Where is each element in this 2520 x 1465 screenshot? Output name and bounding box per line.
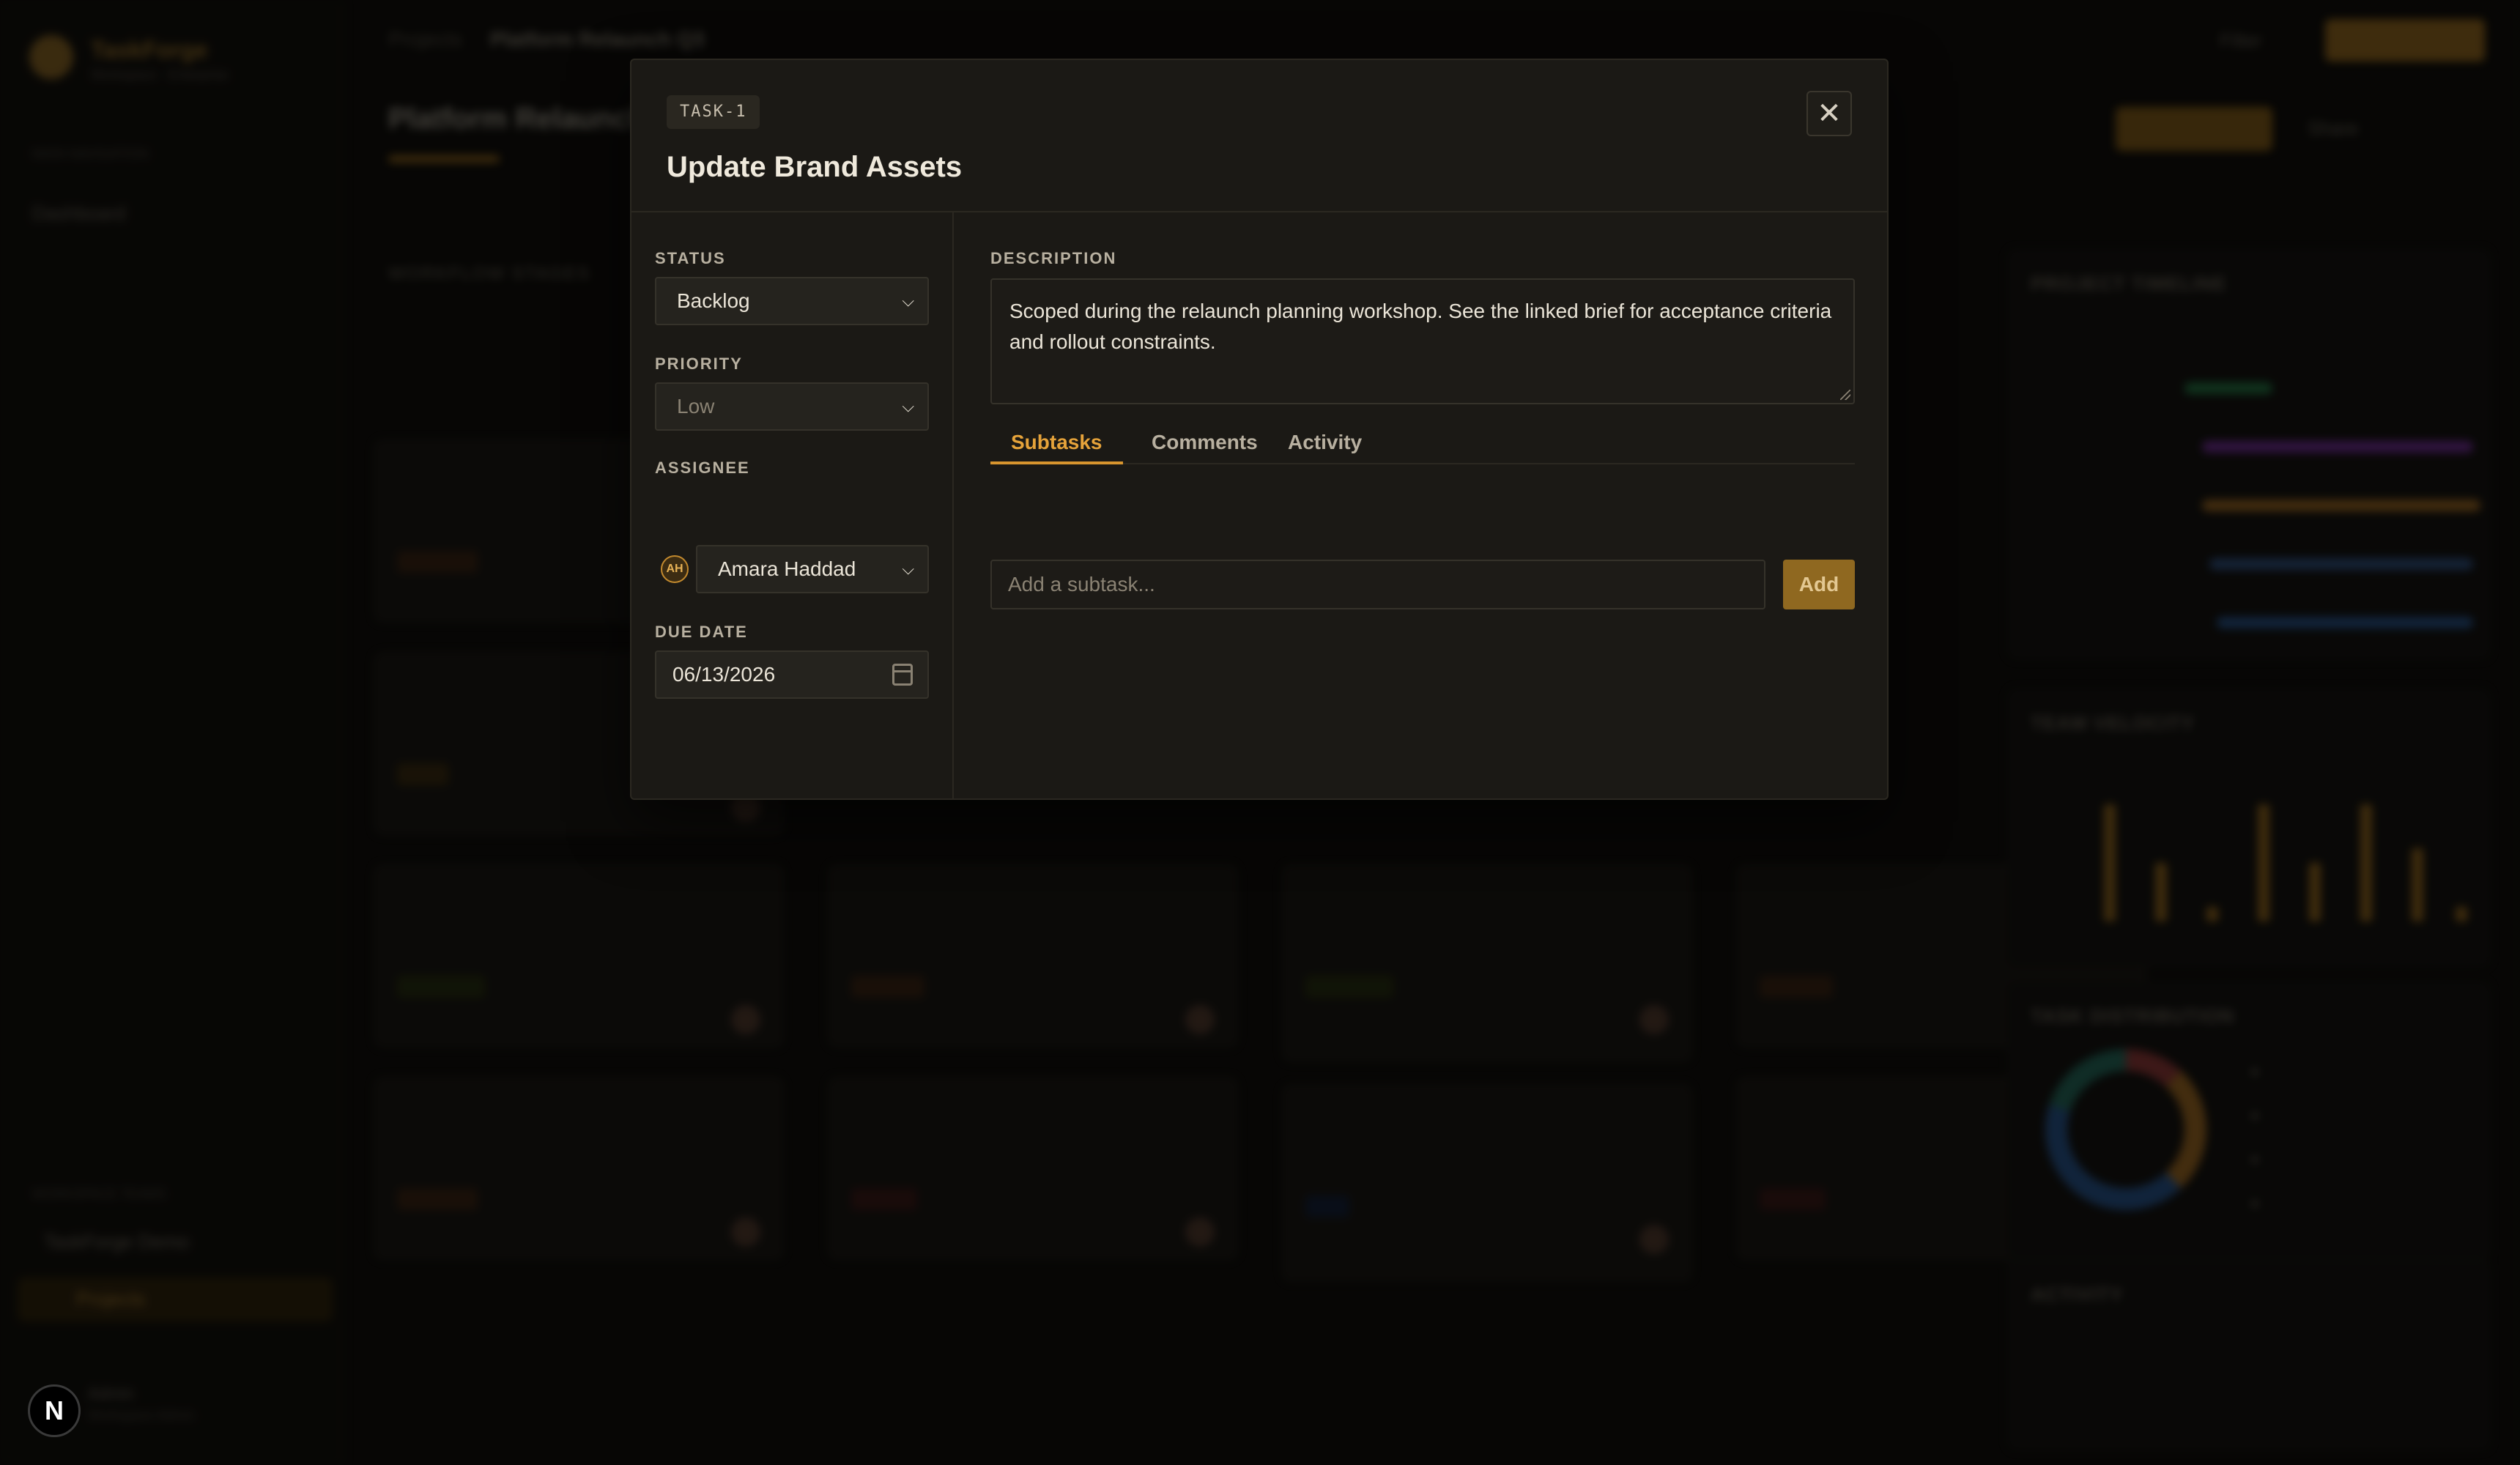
chevron-down-icon: ⌵: [902, 292, 914, 310]
description-label: DESCRIPTION: [990, 249, 1117, 267]
task-detail-modal: TASK-1 Update Brand Assets ✕ STATUS Back…: [630, 59, 1889, 800]
tab-activity[interactable]: Activity: [1267, 428, 1382, 464]
priority-select[interactable]: Low ⌵: [655, 382, 929, 431]
status-value: Backlog: [677, 289, 750, 312]
modal-title: Update Brand Assets: [667, 151, 963, 183]
priority-value: Low: [677, 395, 715, 418]
tab-comments[interactable]: Comments: [1131, 428, 1278, 464]
close-button[interactable]: ✕: [1806, 91, 1852, 136]
calendar-icon[interactable]: [892, 664, 913, 686]
dev-tools-badge[interactable]: N: [28, 1384, 81, 1437]
chevron-down-icon: ⌵: [902, 560, 914, 578]
due-date-value: 06/13/2026: [672, 663, 776, 686]
assignee-value: Amara Haddad: [718, 557, 856, 580]
add-subtask-button[interactable]: Add: [1783, 560, 1855, 609]
assignee-select[interactable]: Amara Haddad ⌵: [696, 545, 929, 593]
subtask-placeholder: Add a subtask...: [1008, 573, 1155, 596]
subtask-input[interactable]: Add a subtask...: [990, 560, 1765, 609]
status-select[interactable]: Backlog ⌵: [655, 277, 929, 325]
priority-label: PRIORITY: [655, 355, 743, 373]
status-label: STATUS: [655, 249, 726, 267]
description-textarea[interactable]: Scoped during the relaunch planning work…: [990, 278, 1855, 404]
resize-handle-icon[interactable]: [1840, 390, 1850, 400]
description-text: Scoped during the relaunch planning work…: [1009, 300, 1832, 353]
assignee-avatar: AH: [661, 555, 689, 583]
task-properties-panel: STATUS Backlog ⌵ PRIORITY Low ⌵ ASSIGNEE…: [631, 212, 954, 800]
tab-subtasks[interactable]: Subtasks: [990, 428, 1123, 464]
modal-header: TASK-1 Update Brand Assets ✕: [631, 60, 1887, 212]
task-id-badge: TASK-1: [667, 95, 760, 129]
task-content-panel: DESCRIPTION Scoped during the relaunch p…: [955, 212, 1889, 800]
chevron-down-icon: ⌵: [902, 397, 914, 415]
assignee-label: ASSIGNEE: [655, 459, 750, 477]
due-date-label: DUE DATE: [655, 623, 748, 641]
detail-tabs: Subtasks Comments Activity: [990, 428, 1855, 464]
close-icon: ✕: [1817, 97, 1842, 130]
due-date-input[interactable]: 06/13/2026: [655, 650, 929, 699]
